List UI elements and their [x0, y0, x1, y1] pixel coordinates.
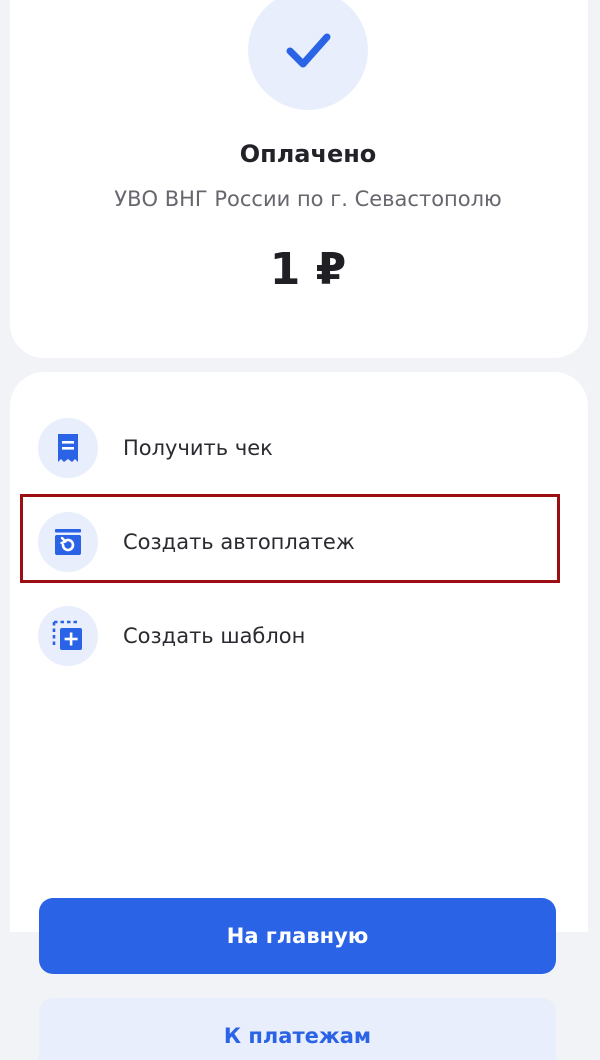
get-receipt-action[interactable]: Получить чек: [38, 413, 558, 483]
actions-card: Получить чек Создать автоплатеж Создать …: [10, 372, 588, 932]
template-add-icon: [52, 620, 82, 650]
payment-status-card: Оплачено УВО ВНГ России по г. Севастопол…: [10, 0, 588, 358]
create-template-label: Создать шаблон: [123, 624, 306, 648]
payments-button[interactable]: К платежам: [39, 998, 556, 1060]
checkmark-icon: [286, 33, 331, 68]
receipt-icon-wrap: [38, 418, 98, 478]
get-receipt-label: Получить чек: [123, 436, 273, 460]
payment-amount: 1 ₽: [269, 244, 347, 295]
template-icon-wrap: [38, 606, 98, 666]
payment-success-screen: Оплачено УВО ВНГ России по г. Севастопол…: [0, 0, 600, 1060]
payment-recipient: УВО ВНГ России по г. Севастополю: [114, 187, 502, 211]
home-button[interactable]: На главную: [39, 898, 556, 974]
success-badge: [248, 0, 368, 110]
payment-status-title: Оплачено: [239, 140, 377, 168]
receipt-icon: [58, 434, 78, 462]
create-template-action[interactable]: Создать шаблон: [38, 601, 558, 671]
autopay-highlight-frame: [20, 494, 560, 583]
